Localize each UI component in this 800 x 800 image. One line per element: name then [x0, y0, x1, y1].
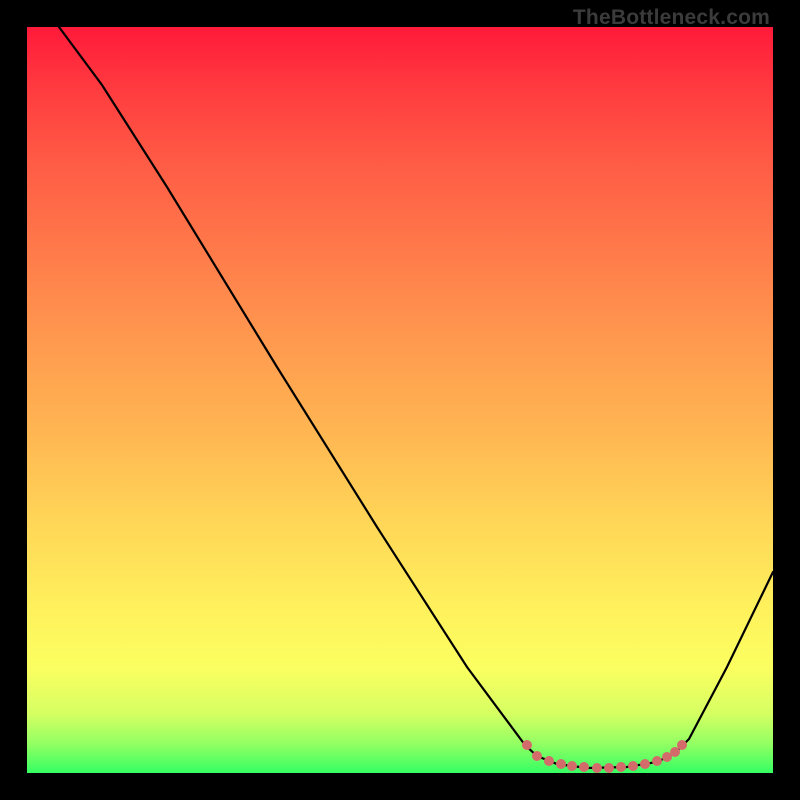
- highlight-dot: [522, 740, 532, 750]
- chart-svg: [27, 27, 773, 773]
- highlight-dot: [662, 752, 672, 762]
- chart-plot-area: [27, 27, 773, 773]
- highlight-dot: [670, 747, 680, 757]
- highlight-dot: [556, 759, 566, 769]
- highlight-dot: [592, 763, 602, 773]
- highlight-dot: [652, 756, 662, 766]
- highlight-dot: [532, 751, 542, 761]
- highlight-dot: [544, 756, 554, 766]
- highlight-dot: [640, 759, 650, 769]
- highlight-dot: [604, 763, 614, 773]
- highlight-dot: [567, 761, 577, 771]
- watermark-text: TheBottleneck.com: [573, 6, 770, 30]
- highlight-dot: [628, 761, 638, 771]
- highlight-dot: [579, 762, 589, 772]
- main-curve-path: [59, 27, 773, 768]
- dot-highlight-group: [522, 740, 687, 773]
- highlight-dot: [677, 740, 687, 750]
- highlight-dot: [616, 762, 626, 772]
